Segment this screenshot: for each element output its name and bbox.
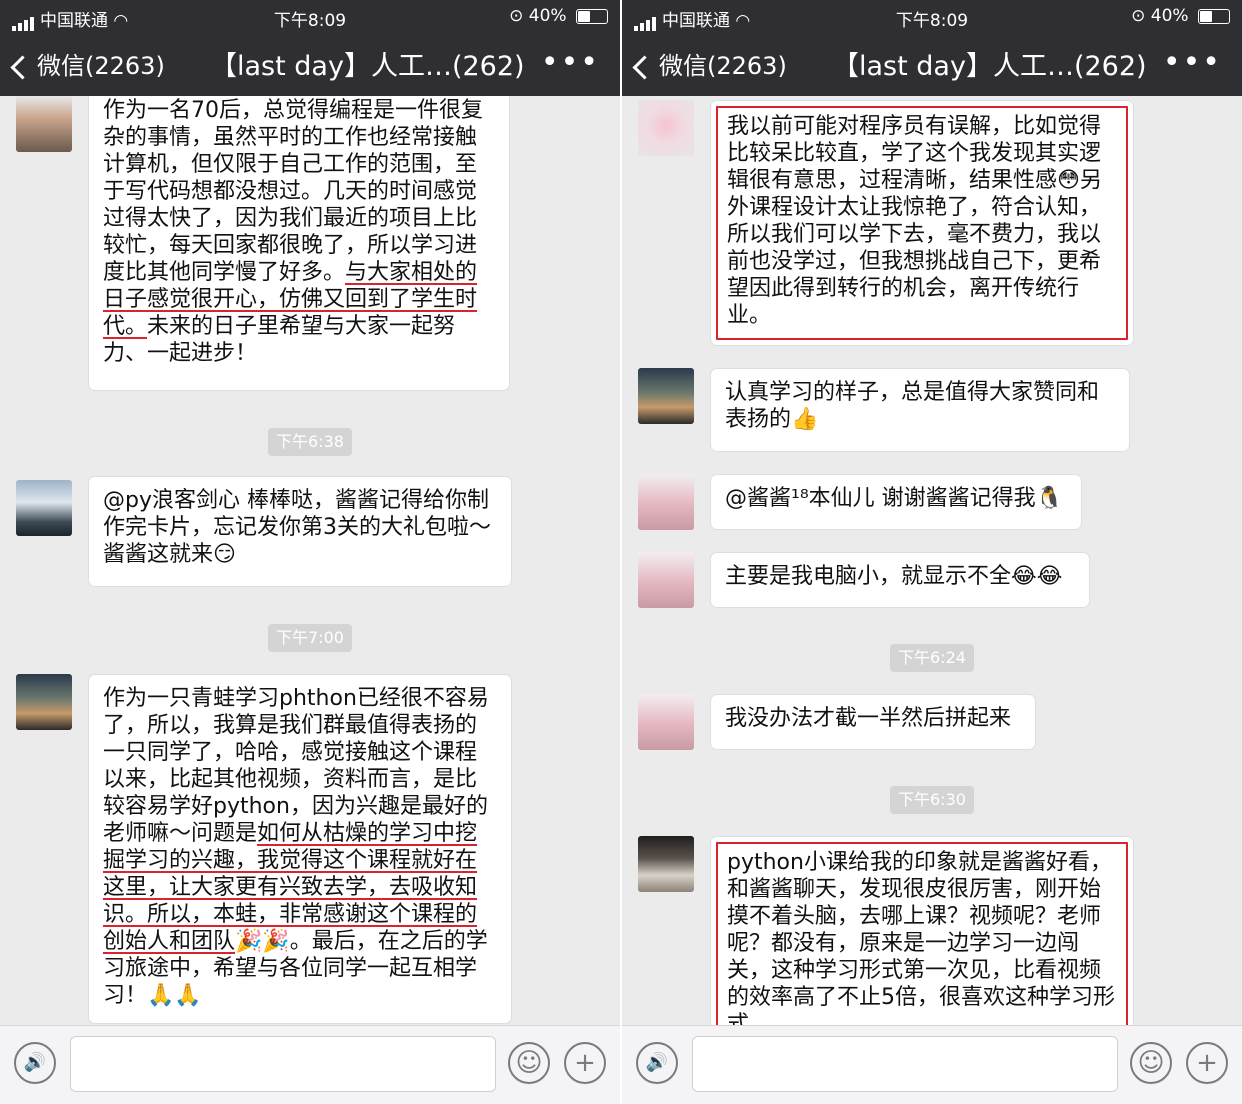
battery-icon xyxy=(1198,8,1230,24)
avatar[interactable] xyxy=(638,552,694,608)
back-label: 微信(2263) xyxy=(659,52,787,80)
back-button[interactable]: 微信(2263) xyxy=(10,46,165,81)
status-bar: 中国联通 ◠ 下午8:09 ⊙ 40% xyxy=(0,0,620,32)
message-bubble[interactable]: 认真学习的样子，总是值得大家赞同和表扬的👍 xyxy=(710,368,1130,452)
message-text: python小课给我的印象就是酱酱好看，和酱酱聊天，发现很皮很厉害，刚开始摸不着… xyxy=(727,850,1115,1026)
message-bubble[interactable]: 作为一只青蛙学习phthon已经很不容易了，所以，我算是我们群最值得表扬的一只同… xyxy=(88,674,512,1024)
nav-bar: 微信(2263) 【last day】人工…(262) ••• xyxy=(0,32,620,96)
chat-title: 【last day】人工…(262) xyxy=(832,51,1147,82)
battery: ⊙ 40% xyxy=(1131,6,1230,26)
message-bubble[interactable]: @酱酱¹⁸本仙儿 谢谢酱酱记得我🐧 xyxy=(710,474,1082,530)
message-text: 我没办法才截一半然后拼起来 xyxy=(725,706,1012,731)
nav-bar: 微信(2263) 【last day】人工…(262) ••• xyxy=(622,32,1242,96)
right-phone-screen: 中国联通 ◠ 下午8:09 ⊙ 40% 微信(2263) 【last day】人… xyxy=(622,0,1242,1104)
rotation-lock-icon: ⊙ xyxy=(509,6,524,26)
back-button[interactable]: 微信(2263) xyxy=(632,46,787,81)
message-text: 我以前可能对程序员有误解，比如觉得比较呆比较直，学了这个我发现其实逻辑很有意思，… xyxy=(727,114,1102,328)
battery-icon xyxy=(576,8,608,24)
voice-button[interactable]: 🔊 xyxy=(14,1042,56,1084)
rotation-lock-icon: ⊙ xyxy=(1131,6,1146,26)
chevron-left-icon xyxy=(632,54,657,80)
message-text: 认真学习的样子，总是值得大家赞同和表扬的👍 xyxy=(725,380,1100,432)
back-label: 微信(2263) xyxy=(37,52,165,80)
message-text: 作为一名70后，总觉得编程是一件很复杂的事情，虽然平时的工作也经常接触计算机，但… xyxy=(103,98,483,285)
battery: ⊙ 40% xyxy=(509,6,608,26)
avatar[interactable] xyxy=(638,100,694,156)
chat-title: 【last day】人工…(262) xyxy=(210,51,525,82)
message-bubble[interactable]: @py浪客剑心 棒棒哒，酱酱记得给你制作完卡片，忘记发你第3关的大礼包啦～酱酱这… xyxy=(88,476,512,587)
battery-percent: 40% xyxy=(1150,6,1189,26)
message-bubble[interactable]: 我没办法才截一半然后拼起来 xyxy=(710,694,1036,750)
more-button[interactable]: ••• xyxy=(1163,45,1222,80)
voice-button[interactable]: 🔊 xyxy=(636,1042,678,1084)
message-bubble[interactable]: 我以前可能对程序员有误解，比如觉得比较呆比较直，学了这个我发现其实逻辑很有意思，… xyxy=(710,100,1134,346)
avatar[interactable] xyxy=(16,674,72,730)
message-input[interactable] xyxy=(692,1036,1118,1092)
screenshot-composite: 中国联通 ◠ 下午8:09 ⊙ 40% 微信(2263) 【last day】人… xyxy=(0,0,1242,1104)
chat-area[interactable]: 作为一名70后，总觉得编程是一件很复杂的事情，虽然平时的工作也经常接触计算机，但… xyxy=(0,96,620,1026)
avatar[interactable] xyxy=(638,474,694,530)
message-input[interactable] xyxy=(70,1036,496,1092)
timestamp: 下午6:24 xyxy=(890,644,974,672)
avatar[interactable] xyxy=(638,694,694,750)
plus-button[interactable]: + xyxy=(564,1042,606,1084)
timestamp: 下午7:00 xyxy=(268,624,352,652)
message-bubble[interactable]: 主要是我电脑小，就显示不全😂😂 xyxy=(710,552,1090,608)
battery-percent: 40% xyxy=(528,6,567,26)
message-text: @酱酱¹⁸本仙儿 谢谢酱酱记得我🐧 xyxy=(725,486,1064,511)
message-text: @py浪客剑心 棒棒哒，酱酱记得给你制作完卡片，忘记发你第3关的大礼包啦～酱酱这… xyxy=(103,488,491,567)
plus-button[interactable]: + xyxy=(1186,1042,1228,1084)
chat-area[interactable]: 我以前可能对程序员有误解，比如觉得比较呆比较直，学了这个我发现其实逻辑很有意思，… xyxy=(622,96,1242,1026)
status-bar: 中国联通 ◠ 下午8:09 ⊙ 40% xyxy=(622,0,1242,32)
left-phone-screen: 中国联通 ◠ 下午8:09 ⊙ 40% 微信(2263) 【last day】人… xyxy=(0,0,620,1104)
avatar[interactable] xyxy=(638,368,694,424)
input-bar: 🔊 ☺ + xyxy=(622,1025,1242,1104)
message-bubble[interactable]: 作为一名70后，总觉得编程是一件很复杂的事情，虽然平时的工作也经常接触计算机，但… xyxy=(88,96,510,391)
message-text: 主要是我电脑小，就显示不全😂😂 xyxy=(725,564,1063,589)
avatar[interactable] xyxy=(16,480,72,536)
timestamp: 下午6:30 xyxy=(890,786,974,814)
avatar[interactable] xyxy=(638,836,694,892)
avatar[interactable] xyxy=(16,96,72,152)
emoji-button[interactable]: ☺ xyxy=(508,1042,550,1084)
message-text: 未来的日子里希望与大家一起努力、一起进步！ xyxy=(103,314,456,366)
input-bar: 🔊 ☺ + xyxy=(0,1025,620,1104)
emoji-button[interactable]: ☺ xyxy=(1130,1042,1172,1084)
message-bubble[interactable]: python小课给我的印象就是酱酱好看，和酱酱聊天，发现很皮很厉害，刚开始摸不着… xyxy=(710,836,1134,1026)
timestamp: 下午6:38 xyxy=(268,428,352,456)
chevron-left-icon xyxy=(10,54,35,80)
more-button[interactable]: ••• xyxy=(541,45,600,80)
